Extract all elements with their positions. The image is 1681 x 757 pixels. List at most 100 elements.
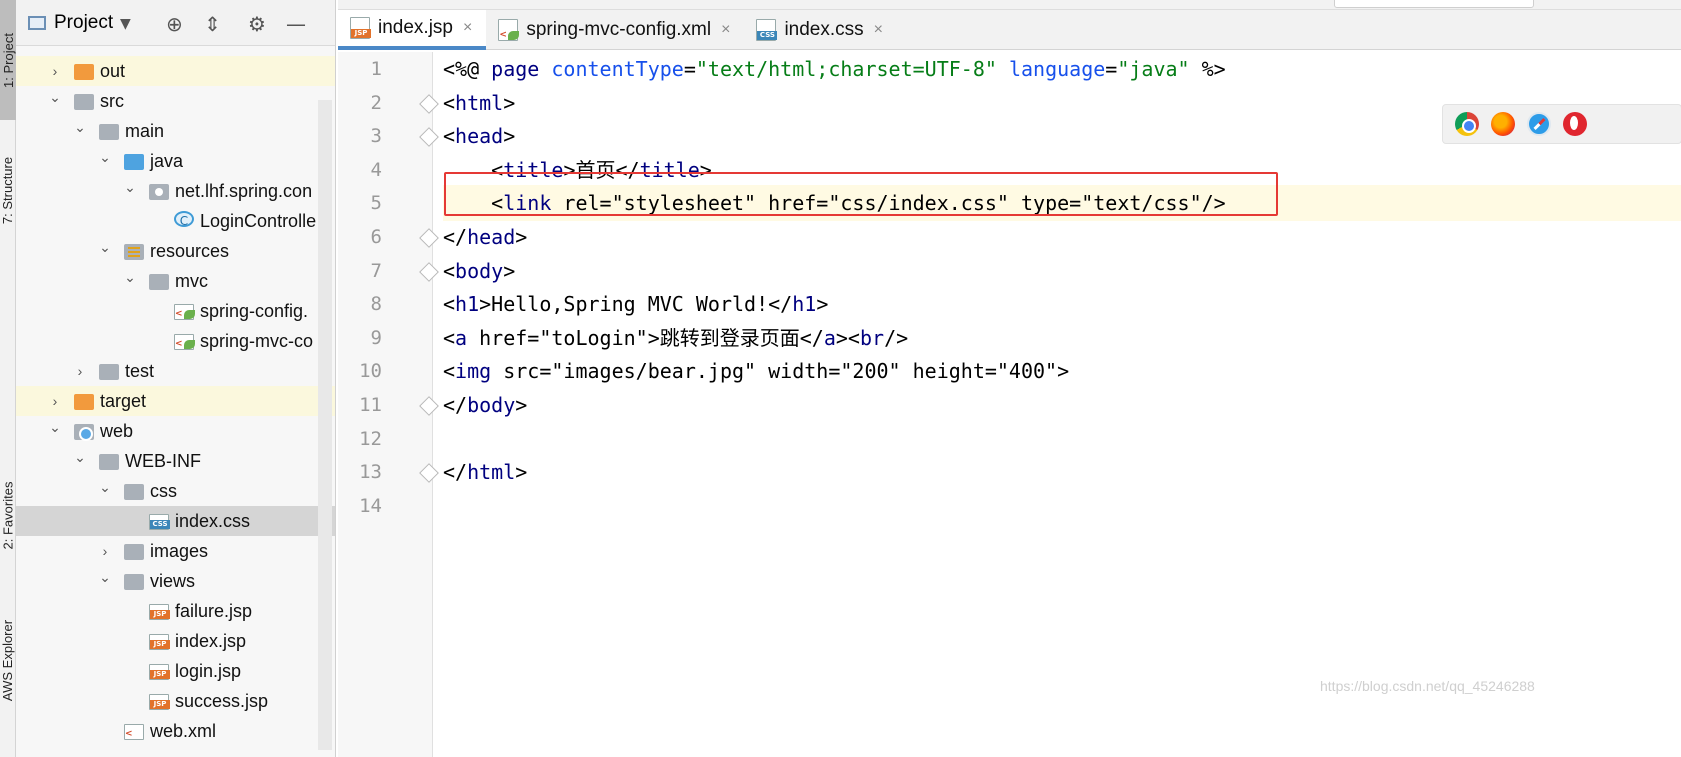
tree-item[interactable]: › out — [16, 56, 335, 86]
code-line[interactable]: </body> — [443, 387, 1681, 423]
code-line[interactable]: </html> — [443, 454, 1681, 490]
tree-item[interactable]: ⌄ css — [16, 476, 335, 506]
fold-marker-icon[interactable] — [419, 463, 439, 484]
tab-project-tool[interactable]: 1: Project — [0, 0, 16, 120]
jsp-badge: JSP — [150, 670, 170, 679]
chevron-down-icon[interactable]: ⌄ — [123, 262, 137, 292]
code-line[interactable]: <a href="toLogin">跳转到登录页面</a><br/> — [443, 320, 1681, 356]
class-icon: C — [174, 211, 194, 228]
chevron-down-icon[interactable]: ⌄ — [73, 112, 87, 142]
tree-item-label: index.jsp — [175, 631, 247, 651]
tree-item[interactable]: › images — [16, 536, 335, 566]
line-number: 14 — [359, 494, 382, 517]
tree-item-label: java — [150, 151, 184, 171]
tab-aws-explorer-tool[interactable]: AWS Explorer — [0, 600, 16, 720]
tree-item[interactable]: JSP index.jsp — [16, 626, 335, 656]
tab-favorites-tool[interactable]: 2: Favorites — [0, 455, 16, 575]
css-badge: CSS — [757, 31, 778, 40]
editor-tabs: JSP index.jsp × < spring-mvc-config.xml × CSS i… — [338, 10, 1681, 50]
gear-icon[interactable]: ⚙ — [248, 12, 266, 36]
fold-marker-icon[interactable] — [419, 93, 439, 114]
tree-item[interactable]: < web.xml — [16, 716, 335, 746]
line-number: 6 — [370, 226, 382, 248]
tree-item[interactable]: ⌄ views — [16, 566, 335, 596]
chevron-down-icon[interactable]: ⌄ — [98, 142, 112, 172]
chevron-down-icon[interactable]: ⌄ — [98, 472, 112, 502]
fold-marker-icon[interactable] — [419, 396, 439, 416]
opera-icon[interactable] — [1563, 112, 1587, 136]
tree-item[interactable]: CSS index.css — [16, 506, 335, 536]
tree-item[interactable]: C LoginControlle — [16, 206, 335, 236]
tree-item[interactable]: ⌄ web — [16, 416, 335, 446]
code-line[interactable]: <body> — [443, 253, 1681, 289]
tree-item-label: views — [150, 571, 196, 591]
tab-structure-tool[interactable]: 7: Structure — [0, 130, 16, 250]
line-number: 9 — [370, 326, 382, 349]
code-line[interactable]: <img src="images/bear.jpg" width="200" h… — [443, 353, 1681, 389]
tab-index-css[interactable]: CSS index.css × — [744, 10, 897, 50]
tree-item[interactable]: ⌄ mvc — [16, 266, 335, 296]
hide-panel-icon[interactable]: — — [286, 12, 306, 36]
tree-item[interactable]: ⌄ WEB-INF — [16, 446, 335, 476]
chevron-down-icon[interactable]: ⌄ — [98, 562, 112, 592]
chevron-down-icon[interactable]: ⌄ — [48, 412, 62, 442]
close-icon[interactable]: × — [721, 21, 730, 39]
fold-marker-icon[interactable] — [419, 228, 439, 248]
jsp-badge: JSP — [150, 700, 170, 709]
fold-marker-icon[interactable] — [419, 127, 439, 148]
tree-item[interactable]: JSP failure.jsp — [16, 596, 335, 626]
xml-file-icon: < — [124, 724, 144, 740]
tree-item-label: success.jsp — [175, 691, 269, 711]
safari-icon[interactable] — [1527, 112, 1551, 136]
chevron-down-icon[interactable]: ⌄ — [48, 82, 62, 112]
code-line[interactable]: <%@ page contentType="text/html;charset=… — [443, 51, 1681, 87]
locate-icon[interactable]: ⊕ — [166, 12, 183, 36]
tree-item-label: mvc — [175, 271, 208, 291]
tree-item[interactable]: < spring-config. — [16, 296, 335, 326]
tree-item[interactable]: JSP success.jsp — [16, 686, 335, 716]
tab-spring-mvc-config-xml[interactable]: < spring-mvc-config.xml × — [486, 10, 744, 50]
search-input[interactable] — [1334, 0, 1534, 8]
line-number: 10 — [359, 360, 382, 383]
package-icon — [149, 184, 169, 200]
collapse-all-icon[interactable]: ⇕ — [204, 12, 221, 36]
jsp-file-icon: JSP — [149, 634, 170, 650]
chevron-down-icon[interactable]: ⌄ — [98, 232, 112, 262]
tree-scrollbar[interactable] — [318, 100, 332, 750]
tree-item-label: net.lhf.spring.con — [175, 181, 313, 201]
firefox-icon[interactable] — [1491, 112, 1515, 136]
chevron-down-icon[interactable]: ▼ — [120, 16, 131, 32]
tree-item[interactable]: ⌄ net.lhf.spring.con — [16, 176, 335, 206]
chevron-down-icon[interactable]: ⌄ — [123, 172, 137, 202]
chevron-down-icon[interactable]: ⌄ — [73, 442, 87, 472]
fold-marker-icon[interactable] — [419, 261, 439, 282]
line-number: 5 — [370, 192, 382, 215]
spring-xml-file-icon: < — [174, 304, 195, 320]
tree-item-label: WEB-INF — [125, 451, 201, 471]
watermark: https://blog.csdn.net/qq_45246288 — [1320, 678, 1535, 694]
code-line[interactable]: <h1>Hello,Spring MVC World!</h1> — [443, 286, 1681, 322]
code-line[interactable] — [443, 421, 1681, 457]
tree-item[interactable]: ⌄ resources — [16, 236, 335, 266]
spring-leaf-badge — [184, 340, 195, 349]
tool-window-strip: 1: Project 7: Structure 2: Favorites AWS… — [0, 0, 16, 757]
tree-item-label: images — [150, 541, 209, 561]
folder-icon — [124, 244, 144, 260]
tab-label: spring-mvc-config.xml — [526, 19, 712, 40]
folder-icon — [99, 124, 119, 140]
close-icon[interactable]: × — [463, 19, 472, 37]
tree-item[interactable]: ⌄ main — [16, 116, 335, 146]
close-icon[interactable]: × — [874, 21, 883, 39]
tree-item[interactable]: › target — [16, 386, 335, 416]
chrome-icon[interactable] — [1455, 112, 1479, 136]
tree-item[interactable]: < spring-mvc-co — [16, 326, 335, 356]
chevron-right-icon[interactable]: › — [73, 356, 87, 386]
tree-item[interactable]: › test — [16, 356, 335, 386]
tree-item[interactable]: ⌄ src — [16, 86, 335, 116]
code-line[interactable] — [443, 488, 1681, 524]
tree-item[interactable]: ⌄ java — [16, 146, 335, 176]
code-line[interactable]: </head> — [443, 219, 1681, 255]
tree-item[interactable]: JSP login.jsp — [16, 656, 335, 686]
project-view-selector[interactable]: Project — [54, 12, 113, 34]
tab-index-jsp[interactable]: JSP index.jsp × — [338, 10, 487, 50]
